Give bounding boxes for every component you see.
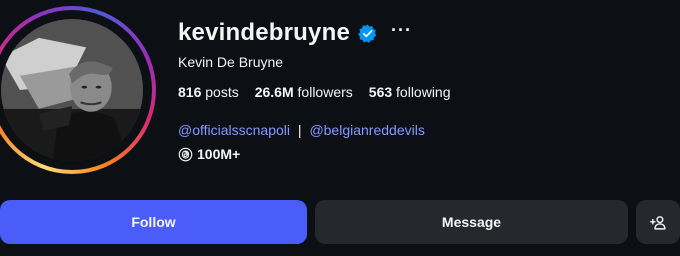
bio-link-napoli[interactable]: @officialsscnapoli [178,122,290,138]
bio-links: @officialsscnapoli | @belgianreddevils [178,122,425,138]
profile-header: kevindebruyne ··· Kevin De Bruyne 816 po… [0,0,680,256]
bio-separator: | [297,122,302,138]
followers-count: 26.6M [254,84,294,100]
username: kevindebruyne [178,19,350,46]
bio-link-reddevils[interactable]: @belgianreddevils [309,122,424,138]
verified-badge-icon [358,23,377,43]
threads-icon [178,147,193,161]
threads-badge[interactable]: 100M+ [178,146,240,162]
follow-button[interactable]: Follow [0,200,307,244]
more-options-icon[interactable]: ··· [391,21,412,41]
followers-stat[interactable]: 26.6M followers [255,84,353,100]
following-count: 563 [368,84,393,100]
posts-stat: 816 posts [178,84,239,100]
add-person-icon [649,215,666,230]
avatar[interactable] [1,19,143,161]
following-stat[interactable]: 563 following [369,84,451,100]
profile-photo [1,19,143,161]
posts-label: posts [205,84,239,100]
suggested-accounts-button[interactable] [636,200,680,244]
username-row: kevindebruyne ··· [178,18,412,48]
full-name: Kevin De Bruyne [178,54,284,70]
threads-count: 100M+ [197,146,241,162]
followers-label: followers [297,84,353,100]
message-button[interactable]: Message [315,200,628,244]
posts-count: 816 [178,84,202,100]
profile-stats: 816 posts 26.6M followers 563 following [178,84,451,100]
story-ring[interactable] [0,6,156,174]
following-label: following [396,84,451,100]
